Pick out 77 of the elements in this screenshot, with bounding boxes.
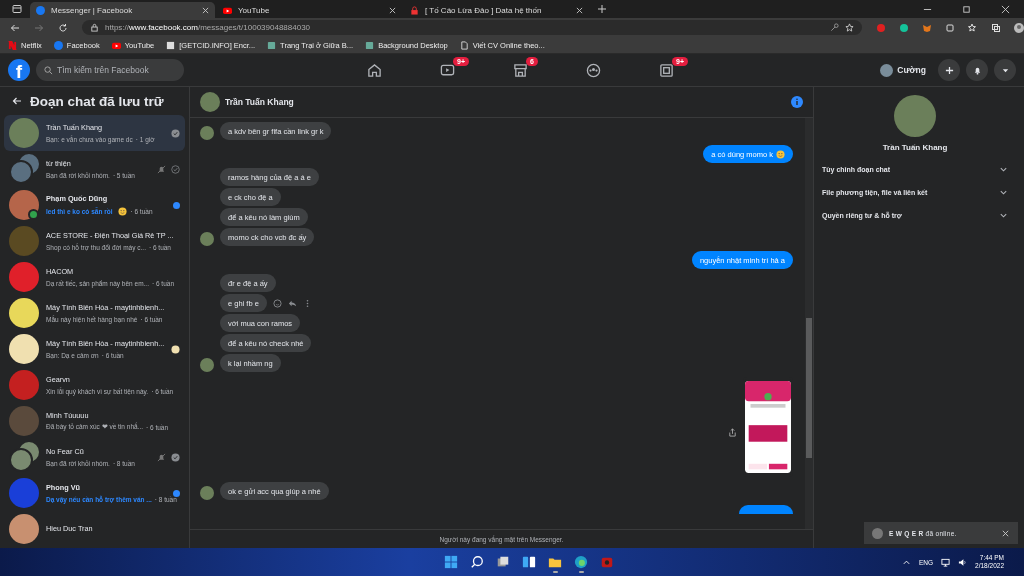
close-icon[interactable] bbox=[1001, 528, 1010, 538]
app-icon bbox=[267, 40, 277, 50]
contact-name[interactable]: Trần Tuấn Khang bbox=[225, 97, 294, 107]
network-icon[interactable] bbox=[941, 557, 951, 567]
widgets-icon[interactable] bbox=[522, 555, 536, 569]
close-icon[interactable] bbox=[389, 6, 396, 14]
avatar bbox=[894, 95, 936, 137]
volume-icon[interactable] bbox=[958, 557, 968, 567]
favorites-icon[interactable] bbox=[968, 22, 978, 33]
browser-icon[interactable] bbox=[574, 555, 588, 569]
store-icon bbox=[513, 62, 528, 78]
chevron-down-icon bbox=[999, 188, 1008, 197]
chevron-down-icon bbox=[999, 211, 1008, 220]
notifications-button[interactable] bbox=[966, 59, 988, 81]
groups-icon bbox=[586, 62, 601, 78]
contact-name: Trần Tuấn Khang bbox=[882, 143, 948, 152]
sidebar-title: Đoạn chat đã lưu trữ bbox=[30, 93, 164, 109]
lock-icon bbox=[90, 23, 99, 32]
info-icon[interactable] bbox=[791, 96, 803, 108]
facebook-icon bbox=[36, 5, 45, 15]
browser-tab[interactable]: [ Tố Cáo Lừa Đảo ] Data hệ thốn bbox=[404, 2, 589, 18]
avatar bbox=[200, 126, 214, 140]
page-icon bbox=[166, 40, 176, 50]
restore-icon[interactable] bbox=[962, 5, 971, 14]
home-icon bbox=[367, 62, 382, 78]
profile-link[interactable]: Cường bbox=[877, 60, 932, 80]
create-button[interactable] bbox=[938, 59, 960, 81]
close-icon[interactable] bbox=[576, 6, 583, 14]
browser-tab[interactable]: YouTube bbox=[217, 2, 402, 18]
url-text: https://www.facebook.com/messages/t/100039048884030 bbox=[105, 23, 311, 32]
avatar bbox=[9, 448, 33, 472]
app-icon bbox=[365, 40, 375, 50]
lock-icon bbox=[410, 5, 419, 15]
account-button[interactable] bbox=[994, 59, 1016, 81]
search-icon bbox=[44, 65, 53, 75]
collections-icon[interactable] bbox=[991, 22, 1001, 33]
avatar bbox=[9, 160, 33, 184]
avatar bbox=[200, 92, 220, 112]
back-icon[interactable] bbox=[10, 22, 20, 33]
start-icon[interactable] bbox=[444, 555, 458, 569]
reply-icon[interactable] bbox=[287, 298, 297, 308]
key-icon[interactable] bbox=[830, 23, 839, 32]
task-view-icon[interactable] bbox=[496, 555, 510, 569]
avatar-icon bbox=[880, 63, 894, 77]
gaming-icon bbox=[659, 62, 674, 78]
search-icon[interactable] bbox=[470, 555, 484, 569]
video-icon bbox=[440, 62, 455, 78]
back-icon[interactable] bbox=[12, 96, 22, 106]
reload-icon[interactable] bbox=[58, 22, 68, 33]
youtube-icon bbox=[223, 5, 232, 15]
browser-tab[interactable]: Messenger | Facebook bbox=[30, 2, 215, 18]
close-icon[interactable] bbox=[202, 6, 209, 14]
address-bar[interactable]: https://www.facebook.com/messages/t/100039048884030 bbox=[82, 20, 862, 35]
avatar bbox=[200, 358, 214, 372]
netflix-icon bbox=[8, 40, 17, 50]
document-icon bbox=[459, 40, 469, 50]
bell-icon bbox=[972, 65, 982, 75]
favorite-icon[interactable] bbox=[845, 23, 854, 32]
fox-icon[interactable] bbox=[922, 22, 932, 33]
game-icon[interactable] bbox=[600, 555, 614, 569]
facebook-icon bbox=[53, 40, 63, 50]
react-icon[interactable] bbox=[272, 298, 282, 308]
chevron-down-icon bbox=[999, 165, 1008, 174]
close-icon[interactable] bbox=[1001, 5, 1010, 14]
plus-icon bbox=[944, 65, 954, 75]
avatar bbox=[872, 527, 883, 539]
puzzle-icon[interactable] bbox=[945, 22, 955, 33]
new-tab-icon[interactable] bbox=[597, 4, 607, 14]
share-icon[interactable] bbox=[728, 428, 737, 437]
facebook-logo[interactable]: f bbox=[8, 59, 30, 81]
youtube-icon bbox=[111, 40, 121, 50]
avatar bbox=[200, 232, 214, 246]
search-field[interactable]: Tìm kiếm trên Facebook bbox=[36, 59, 184, 81]
tab-actions-icon[interactable] bbox=[12, 4, 22, 14]
extension-icon[interactable] bbox=[899, 22, 909, 33]
profile-icon[interactable] bbox=[1014, 22, 1024, 33]
avatar bbox=[200, 486, 214, 500]
